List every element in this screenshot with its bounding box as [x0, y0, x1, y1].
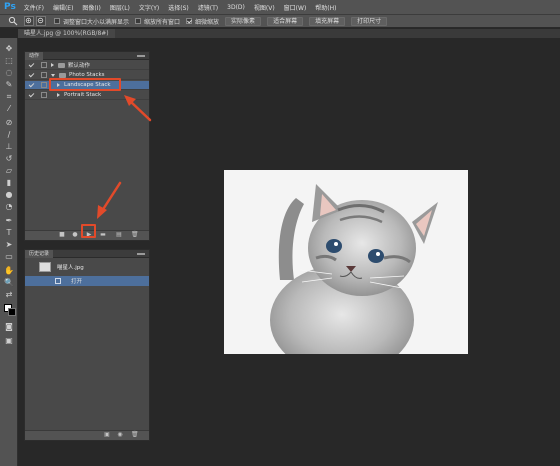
arrow-to-play-button: [97, 181, 122, 219]
kitten-illustration: [224, 170, 468, 354]
document-canvas-image[interactable]: [224, 170, 468, 354]
arrow-to-landscape-stack: [124, 95, 152, 122]
